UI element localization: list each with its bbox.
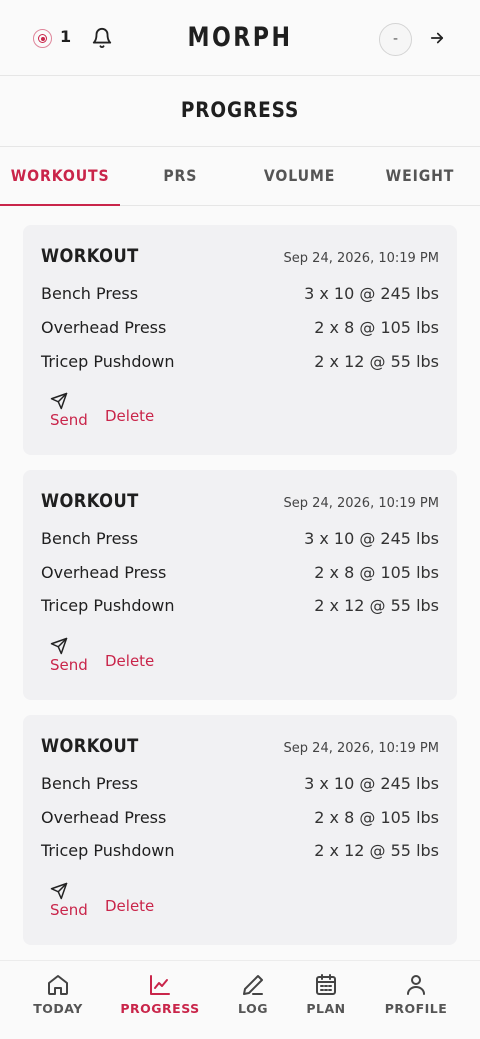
exercise-name: Bench Press [41,774,139,793]
nav-today[interactable]: TODAY [30,973,86,1016]
brand-logo: MORPH [187,22,293,53]
send-icon[interactable] [50,637,68,655]
exercise-row: Bench Press 3 x 10 @ 245 lbs [41,529,439,553]
user-icon [407,975,425,995]
exercise-name: Overhead Press [41,318,167,337]
tab-label: WORKOUTS [10,166,110,185]
workout-title: WORKOUT [41,490,139,512]
exercise-sets: 2 x 12 @ 55 lbs [314,352,439,371]
exercise-row: Overhead Press 2 x 8 @ 105 lbs [41,318,439,342]
exercise-sets: 2 x 8 @ 105 lbs [314,318,439,337]
exercise-row: Tricep Pushdown 2 x 12 @ 55 lbs [41,352,439,376]
workout-title: WORKOUT [41,735,139,757]
progress-tabs: WORKOUTS PRS VOLUME WEIGHT [0,146,480,206]
workout-date: Sep 24, 2026, 10:19 PM [283,251,439,266]
exercise-sets: 2 x 8 @ 105 lbs [314,563,439,582]
avatar-button[interactable]: - [379,23,412,56]
nav-label: PROFILE [384,1001,448,1016]
send-icon[interactable] [50,392,68,410]
tab-label: PRS [163,166,197,185]
send-button[interactable]: Send [50,656,88,674]
workout-title: WORKOUT [41,245,139,267]
exercise-name: Overhead Press [41,808,167,827]
exercise-sets: 2 x 8 @ 105 lbs [314,808,439,827]
nav-plan[interactable]: PLAN [303,973,349,1016]
exercise-row: Overhead Press 2 x 8 @ 105 lbs [41,563,439,587]
nav-label: LOG [238,1001,268,1016]
exercise-row: Tricep Pushdown 2 x 12 @ 55 lbs [41,841,439,865]
nav-profile[interactable]: PROFILE [382,973,450,1016]
exercise-row: Overhead Press 2 x 8 @ 105 lbs [41,808,439,832]
arrow-right-icon[interactable] [428,29,446,47]
tab-label: WEIGHT [385,166,455,185]
exercise-sets: 3 x 10 @ 245 lbs [304,284,439,303]
exercise-name: Bench Press [41,529,139,548]
nav-label: TODAY [33,1001,83,1016]
delete-button[interactable]: Delete [105,652,154,670]
delete-button[interactable]: Delete [105,897,154,915]
exercise-name: Tricep Pushdown [41,596,175,615]
exercise-row: Bench Press 3 x 10 @ 245 lbs [41,284,439,308]
workout-date: Sep 24, 2026, 10:19 PM [283,741,439,756]
exercise-sets: 3 x 10 @ 245 lbs [304,774,439,793]
page-title: PROGRESS [180,98,300,122]
exercise-name: Overhead Press [41,563,167,582]
tab-label: VOLUME [264,166,336,185]
exercise-name: Bench Press [41,284,139,303]
delete-button[interactable]: Delete [105,407,154,425]
calendar-icon [316,974,336,995]
nav-progress[interactable]: PROGRESS [118,973,202,1016]
send-button[interactable]: Send [50,411,88,429]
workout-card: WORKOUT Sep 24, 2026, 10:19 PM Bench Pre… [23,470,457,700]
nav-label: PLAN [306,1001,346,1016]
exercise-name: Tricep Pushdown [41,841,175,860]
exercise-sets: 2 x 12 @ 55 lbs [314,596,439,615]
tab-prs[interactable]: PRS [120,147,240,206]
send-button[interactable]: Send [50,901,88,919]
exercise-row: Bench Press 3 x 10 @ 245 lbs [41,774,439,798]
nav-label: PROGRESS [120,1001,200,1016]
tab-weight[interactable]: WEIGHT [360,147,480,206]
exercise-name: Tricep Pushdown [41,352,175,371]
tab-volume[interactable]: VOLUME [240,147,360,206]
nav-log[interactable]: LOG [232,973,274,1016]
exercise-row: Tricep Pushdown 2 x 12 @ 55 lbs [41,596,439,620]
workout-card: WORKOUT Sep 24, 2026, 10:19 PM Bench Pre… [23,715,457,945]
bottom-nav: TODAY PROGRESS LOG PLAN PROFILE [0,960,480,1039]
chart-line-icon [150,975,170,995]
top-bar: 1 MORPH - [0,0,480,76]
tab-workouts[interactable]: WORKOUTS [0,147,120,206]
workout-card: WORKOUT Sep 24, 2026, 10:19 PM Bench Pre… [23,225,457,455]
send-icon[interactable] [50,882,68,900]
pencil-icon [243,975,263,995]
exercise-sets: 2 x 12 @ 55 lbs [314,841,439,860]
exercise-sets: 3 x 10 @ 245 lbs [304,529,439,548]
workout-date: Sep 24, 2026, 10:19 PM [283,496,439,511]
home-icon [48,975,68,995]
